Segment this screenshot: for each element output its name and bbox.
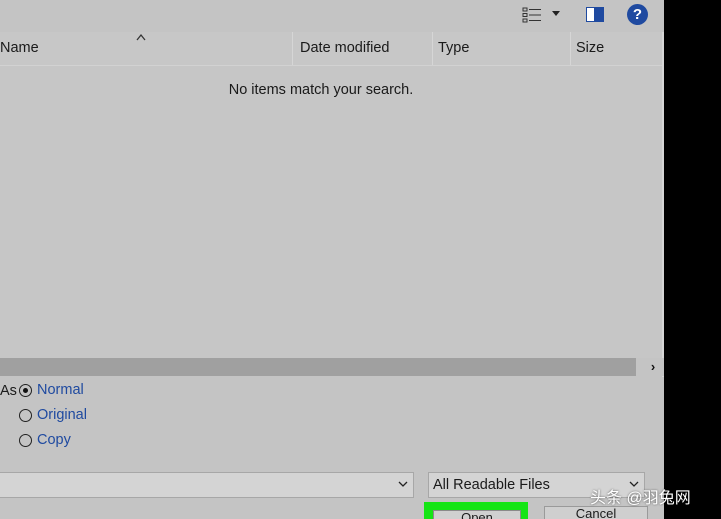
chevron-down-icon[interactable] [398,479,408,489]
column-divider[interactable] [292,32,293,65]
watermark: 头条 @羽兔网 [590,490,691,507]
open-button[interactable]: Open [433,510,521,519]
horizontal-scrollbar[interactable]: › [0,358,664,376]
empty-list-message: No items match your search. [228,82,414,98]
radio-label[interactable]: Normal [37,382,84,398]
file-type-selected: All Readable Files [433,477,550,493]
column-header-name[interactable]: Name [0,32,292,65]
scrollbar-thumb[interactable] [0,358,636,376]
view-options-icon[interactable] [522,6,542,24]
open-file-dialog: ? Name Date modified Type Size No items … [0,0,664,519]
file-list[interactable]: No items match your search. [0,66,662,358]
radio-button[interactable] [19,384,32,397]
column-header-date-modified[interactable]: Date modified [294,32,432,65]
help-icon[interactable]: ? [627,4,648,25]
column-headers: Name Date modified Type Size [0,32,662,66]
radio-button[interactable] [19,409,32,422]
column-header-type[interactable]: Type [432,32,570,65]
open-as-label: As [0,383,17,399]
toolbar: ? [0,0,664,32]
column-header-size[interactable]: Size [570,32,662,65]
scroll-right-icon[interactable]: › [646,360,660,374]
file-name-input[interactable] [0,472,414,498]
list-border [662,32,664,377]
radio-label[interactable]: Original [37,407,87,423]
view-dropdown-arrow-icon[interactable] [552,11,560,16]
radio-button[interactable] [19,434,32,447]
radio-label[interactable]: Copy [37,432,71,448]
preview-pane-icon[interactable] [586,7,604,22]
